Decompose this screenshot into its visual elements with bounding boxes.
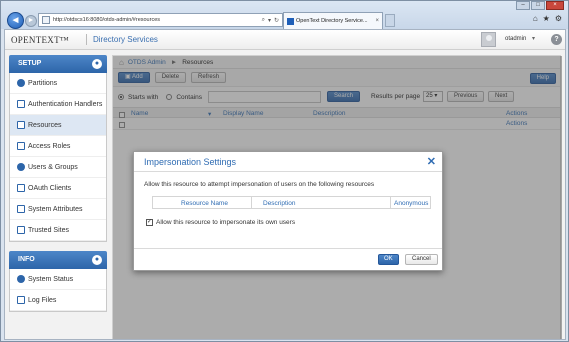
- column-divider: [251, 197, 252, 208]
- help-icon[interactable]: ?: [551, 34, 562, 45]
- star-icon[interactable]: ★: [543, 14, 550, 23]
- sidebar-item-system-attributes[interactable]: System Attributes: [10, 199, 106, 220]
- sidebar-item-log-files[interactable]: Log Files: [10, 290, 106, 311]
- search-icon[interactable]: ⌕: [262, 17, 265, 24]
- divider: [86, 34, 87, 45]
- dialog-title: Impersonation Settings: [144, 157, 237, 167]
- sidebar-item-resources[interactable]: Resources: [10, 115, 106, 136]
- setup-panel-header[interactable]: SETUP ●: [9, 55, 107, 73]
- column-resource-name[interactable]: Resource Name: [181, 200, 228, 207]
- cancel-button[interactable]: Cancel: [405, 254, 438, 265]
- impersonate-own-users-option[interactable]: ✓ Allow this resource to impersonate its…: [146, 219, 295, 226]
- page-icon: [42, 16, 50, 24]
- info-title: INFO: [18, 256, 35, 263]
- dialog-footer: OK Cancel: [134, 248, 442, 270]
- avatar[interactable]: [481, 32, 496, 47]
- setup-title: SETUP: [18, 60, 42, 67]
- access-roles-icon: [17, 142, 25, 150]
- collapse-icon[interactable]: ●: [92, 255, 102, 265]
- sidebar-item-users-groups[interactable]: Users & Groups: [10, 157, 106, 178]
- address-bar[interactable]: http://otdscs16:8080/otds-admin/#resourc…: [38, 13, 283, 27]
- sidebar-item-label: System Status: [28, 275, 74, 283]
- chevron-down-icon[interactable]: ▾: [532, 35, 535, 42]
- sidebar-item-label: Access Roles: [28, 142, 71, 150]
- partitions-icon: [17, 79, 25, 87]
- forward-button[interactable]: ►: [25, 15, 37, 27]
- gear-icon[interactable]: ⚙: [555, 14, 562, 23]
- dropdown-icon[interactable]: ▾: [268, 17, 271, 24]
- oauth-clients-icon: [17, 184, 25, 192]
- sidebar-item-access-roles[interactable]: Access Roles: [10, 136, 106, 157]
- browser-window: – □ × ◄ ► http://otdscs16:8080/otds-admi…: [0, 0, 569, 342]
- setup-panel: Partitions Authentication Handlers Resou…: [9, 73, 107, 242]
- browser-titlebar: – □ × ◄ ► http://otdscs16:8080/otds-admi…: [1, 1, 568, 29]
- sidebar-item-partitions[interactable]: Partitions: [10, 73, 106, 94]
- close-window-button[interactable]: ×: [546, 1, 564, 10]
- sidebar-item-trusted-sites[interactable]: Trusted Sites: [10, 220, 106, 241]
- minimize-button[interactable]: –: [516, 1, 530, 10]
- sidebar-item-label: Partitions: [28, 79, 58, 87]
- close-icon[interactable]: ✕: [427, 155, 436, 168]
- page: OPENTEXT™ Directory Services otadmin ▾ ?…: [4, 29, 566, 340]
- system-status-icon: [17, 275, 25, 283]
- tab-title: OpenText Directory Service...: [296, 18, 368, 24]
- column-description[interactable]: Description: [263, 200, 296, 207]
- new-tab-button[interactable]: [385, 14, 395, 27]
- trusted-sites-icon: [17, 226, 25, 234]
- sidebar-item-authentication-handlers[interactable]: Authentication Handlers: [10, 94, 106, 115]
- dialog-header: Impersonation Settings ✕: [134, 152, 442, 172]
- info-panel: System Status Log Files: [9, 269, 107, 312]
- collapse-icon[interactable]: ●: [92, 59, 102, 69]
- tab-close-icon[interactable]: ×: [375, 18, 379, 24]
- sidebar-item-label: Authentication Handlers: [28, 100, 103, 108]
- sidebar-item-system-status[interactable]: System Status: [10, 269, 106, 290]
- impersonation-resources-table: Resource Name Description Anonymous: [152, 196, 431, 209]
- sidebar: SETUP ● Partitions Authentication Handle…: [9, 55, 107, 312]
- users-icon: [17, 163, 25, 171]
- sidebar-item-label: Users & Groups: [28, 163, 78, 171]
- brand-logo: OPENTEXT™: [11, 35, 70, 45]
- column-anonymous[interactable]: Anonymous: [394, 200, 428, 207]
- ok-button[interactable]: OK: [378, 254, 399, 265]
- back-button[interactable]: ◄: [7, 12, 24, 29]
- log-files-icon: [17, 296, 25, 304]
- product-name: Directory Services: [93, 35, 158, 44]
- app-header: OPENTEXT™ Directory Services otadmin ▾ ?: [5, 30, 565, 50]
- impersonate-own-users-checkbox[interactable]: ✓: [146, 219, 153, 226]
- dialog-description: Allow this resource to attempt impersona…: [144, 181, 375, 188]
- info-panel-header[interactable]: INFO ●: [9, 251, 107, 269]
- impersonate-own-users-label: Allow this resource to impersonate its o…: [156, 219, 296, 226]
- browser-tab[interactable]: OpenText Directory Service... ×: [283, 12, 383, 29]
- sidebar-item-label: Resources: [28, 121, 62, 129]
- sidebar-item-oauth-clients[interactable]: OAuth Clients: [10, 178, 106, 199]
- sidebar-item-label: System Attributes: [28, 205, 83, 213]
- resources-icon: [17, 121, 25, 129]
- home-icon[interactable]: ⌂: [533, 14, 538, 23]
- auth-handler-icon: [17, 100, 25, 108]
- column-divider: [390, 197, 391, 208]
- sidebar-item-label: Log Files: [28, 296, 57, 304]
- address-text[interactable]: http://otdscs16:8080/otds-admin/#resourc…: [53, 17, 262, 23]
- system-attributes-icon: [17, 205, 25, 213]
- impersonation-settings-dialog: Impersonation Settings ✕ Allow this reso…: [133, 151, 443, 271]
- tab-favicon-icon: [287, 17, 294, 25]
- window-controls: – □ ×: [516, 1, 564, 10]
- refresh-icon[interactable]: ↻: [274, 17, 279, 24]
- sidebar-item-label: Trusted Sites: [28, 226, 69, 234]
- sidebar-item-label: OAuth Clients: [28, 184, 72, 192]
- maximize-button[interactable]: □: [531, 1, 545, 10]
- user-name[interactable]: otadmin: [505, 36, 526, 42]
